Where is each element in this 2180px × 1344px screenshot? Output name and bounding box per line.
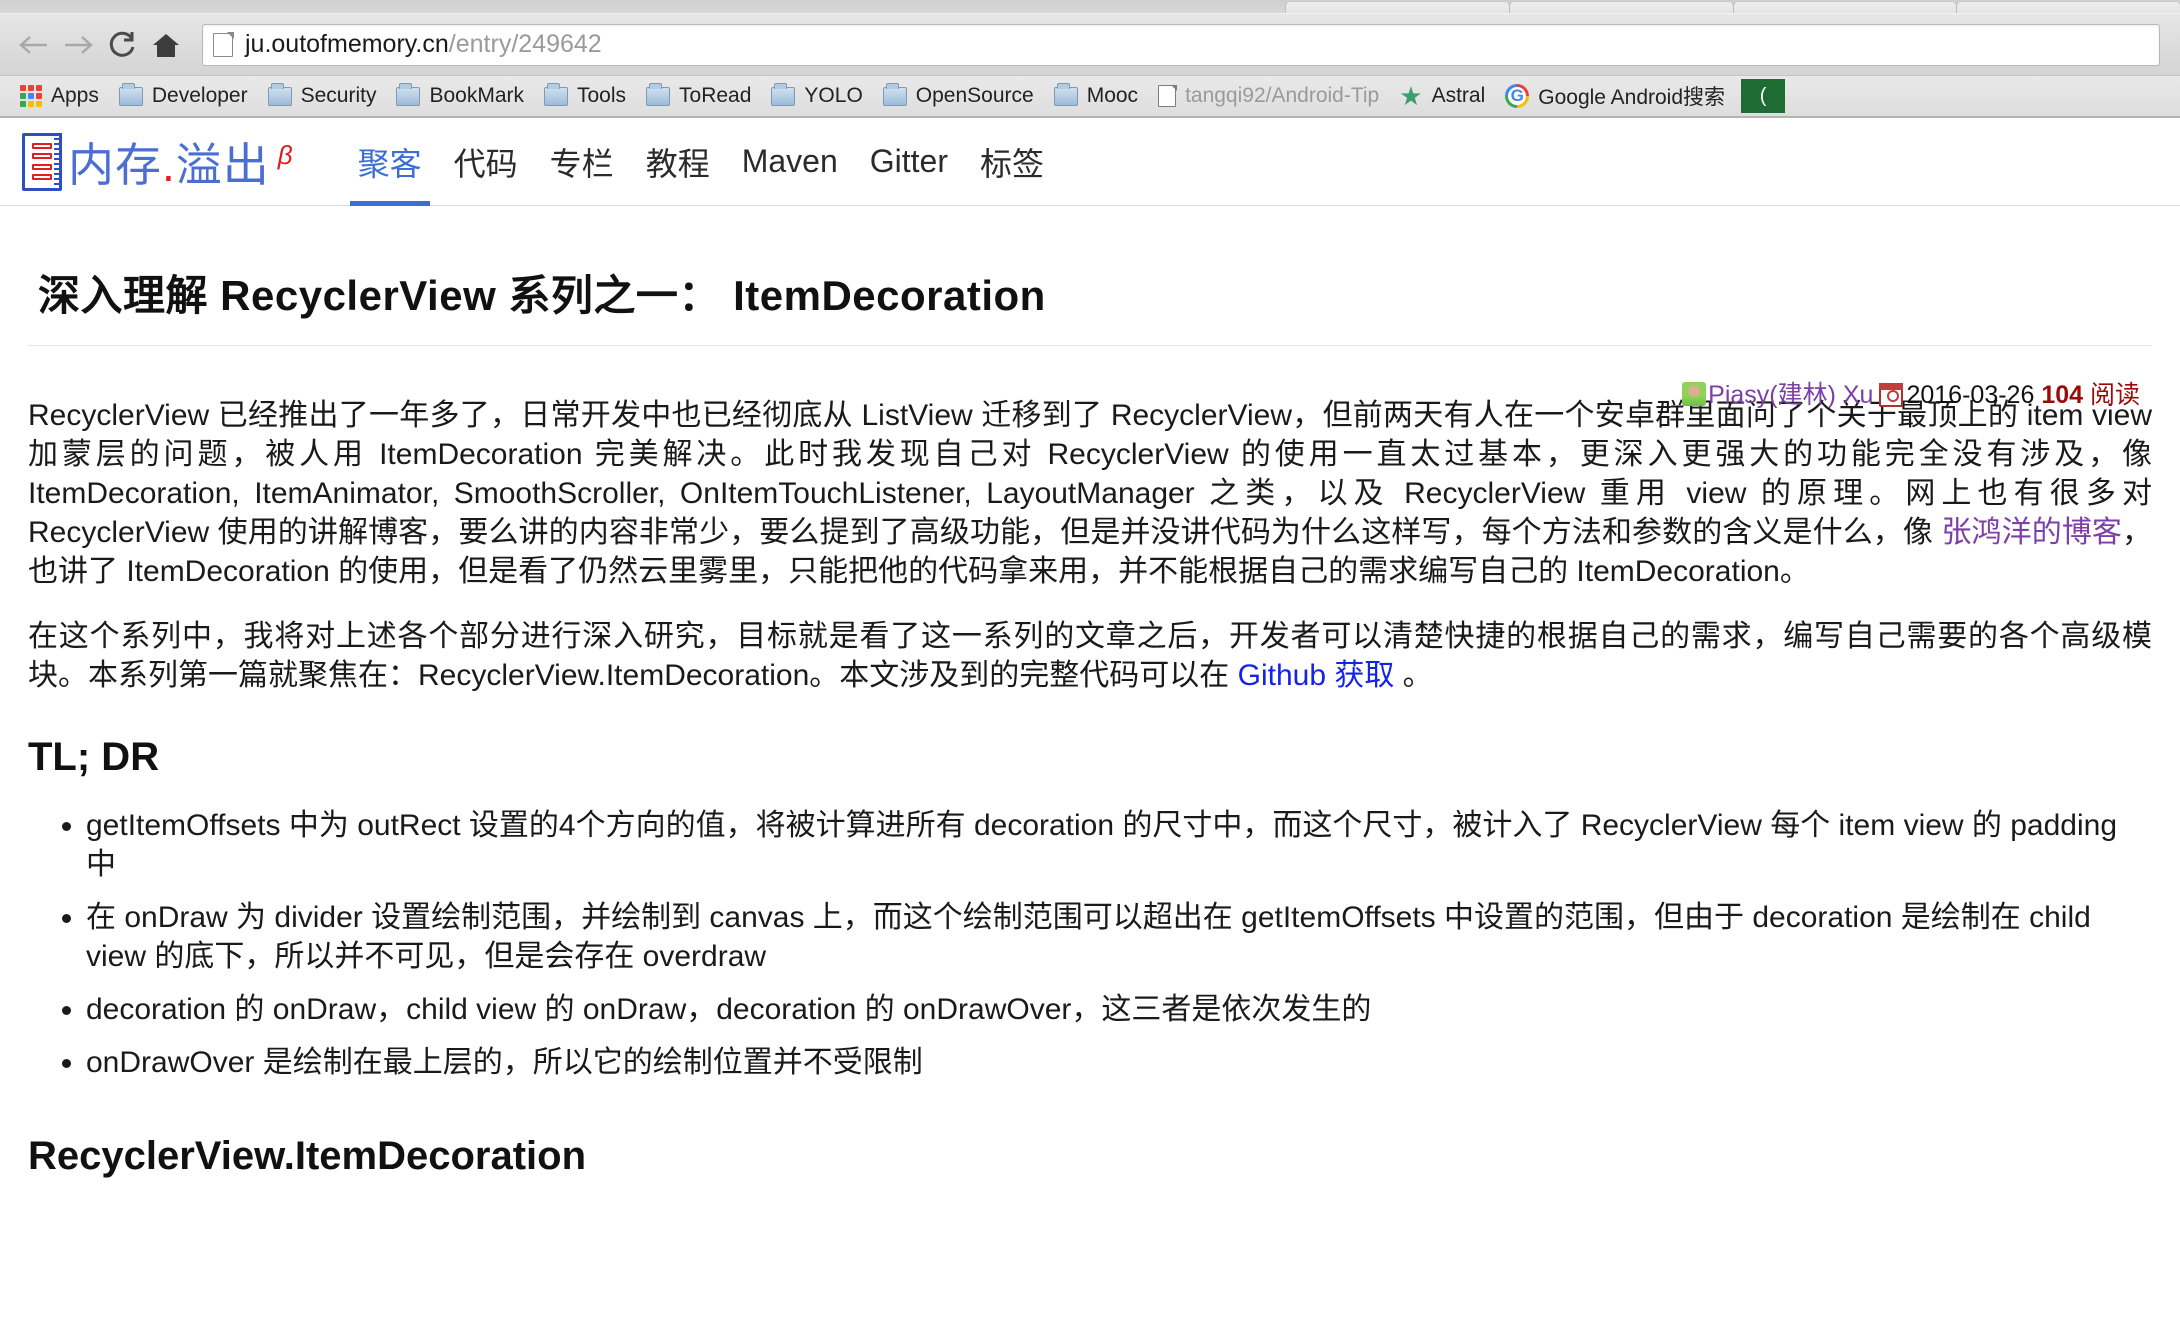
paragraph-2-text-a: 在这个系列中，我将对上述各个部分进行深入研究，目标就是看了这一系列的文章之后，开… [28, 620, 2152, 692]
list-item: 在 onDraw 为 divider 设置绘制范围，并绘制到 canvas 上，… [86, 898, 2152, 976]
bookmark-label: Apps [51, 84, 99, 108]
browser-tab[interactable] [1509, 1, 1734, 13]
reload-icon [106, 29, 138, 61]
home-icon [151, 30, 181, 60]
folder-icon [1054, 87, 1078, 106]
bookmark-label: Mooc [1087, 84, 1138, 108]
bookmark-astral[interactable]: ★ Astral [1389, 79, 1495, 113]
site-logo-text: 内存.溢出 β [68, 129, 294, 195]
url-host: ju.outofmemory.cn [245, 30, 449, 58]
bookmark-label: Security [301, 84, 377, 108]
memory-chip-icon [22, 133, 62, 191]
google-g-icon [1505, 84, 1529, 108]
bookmarks-bar: Apps Developer Security BookMark Tools T… [0, 75, 2180, 117]
url-path: /entry/249642 [449, 30, 602, 58]
browser-chrome: ju.outofmemory.cn/entry/249642 Apps Deve… [0, 0, 2180, 118]
bookmark-overflow-chip[interactable]: ( [1741, 79, 1785, 113]
heading-recyclerview-itemdecoration: RecyclerView.ItemDecoration [28, 1134, 2152, 1179]
folder-icon [544, 87, 568, 106]
bookmark-toread[interactable]: ToRead [636, 79, 761, 113]
address-bar[interactable]: ju.outofmemory.cn/entry/249642 [202, 24, 2160, 66]
paragraph-2-text-b: 。 [1394, 659, 1432, 692]
folder-icon [883, 87, 907, 106]
folder-icon [268, 87, 292, 106]
reload-button[interactable] [100, 23, 144, 67]
bookmark-yolo[interactable]: YOLO [761, 79, 872, 113]
folder-icon [771, 87, 795, 106]
home-button[interactable] [144, 23, 188, 67]
bookmark-tools[interactable]: Tools [534, 79, 636, 113]
list-item: getItemOffsets 中为 outRect 设置的4个方向的值，将被计算… [86, 806, 2152, 884]
article-author[interactable]: Piasy(建林) Xu [1708, 381, 1873, 409]
link-github[interactable]: Github 获取 [1238, 659, 1395, 692]
heading-tldr: TL; DR [28, 735, 2152, 780]
forward-button[interactable] [56, 23, 100, 67]
article-meta: Piasy(建林) Xu2016-03-26 104 阅读 [28, 372, 2152, 380]
browser-toolbar: ju.outofmemory.cn/entry/249642 [0, 13, 2180, 75]
back-button[interactable] [12, 23, 56, 67]
browser-tab[interactable] [1956, 1, 2180, 13]
nav-item-code[interactable]: 代码 [438, 118, 534, 205]
bookmark-label: OpenSource [916, 84, 1034, 108]
paragraph-1-text-a: RecyclerView 已经推出了一年多了，日常开发中也已经彻底从 ListV… [28, 399, 2152, 549]
bookmark-mooc[interactable]: Mooc [1044, 79, 1148, 113]
nav-item-tutorial[interactable]: 教程 [630, 118, 726, 205]
folder-icon [396, 87, 420, 106]
bookmark-label: Tools [577, 84, 626, 108]
article-date: 2016-03-26 [1906, 381, 2034, 409]
bookmark-label: BookMark [429, 84, 524, 108]
nav-item-column[interactable]: 专栏 [534, 118, 630, 205]
arrow-left-icon [17, 31, 51, 59]
arrow-right-icon [61, 31, 95, 59]
logo-dot: . [162, 139, 176, 191]
nav-item-gitter[interactable]: Gitter [854, 118, 964, 205]
nav-item-juke[interactable]: 聚客 [342, 118, 438, 205]
nav-item-maven[interactable]: Maven [726, 118, 854, 205]
site-header: 内存.溢出 β 聚客 代码 专栏 教程 Maven Gitter 标签 [0, 118, 2180, 206]
browser-tab[interactable] [1733, 1, 1958, 13]
bookmark-bookmark[interactable]: BookMark [386, 79, 534, 113]
bookmark-label: YOLO [804, 84, 862, 108]
bookmark-label: tangqi92/Android-Tip [1185, 84, 1379, 108]
logo-text-part1: 内存 [68, 139, 162, 191]
apps-grid-icon [20, 85, 42, 107]
site-logo[interactable]: 内存.溢出 β [22, 129, 294, 195]
page-title: 深入理解 RecyclerView 系列之一： ItemDecoration [28, 234, 2152, 346]
site-nav: 聚客 代码 专栏 教程 Maven Gitter 标签 [342, 118, 1060, 205]
folder-icon [646, 87, 670, 106]
article-paragraph-1: RecyclerView 已经推出了一年多了，日常开发中也已经彻底从 ListV… [28, 396, 2152, 591]
star-icon: ★ [1399, 83, 1422, 109]
avatar-icon [1682, 382, 1706, 406]
bookmark-security[interactable]: Security [258, 79, 387, 113]
bookmark-android-tip[interactable]: tangqi92/Android-Tip [1148, 79, 1389, 113]
bookmark-label: Developer [152, 84, 248, 108]
tab-strip[interactable] [0, 0, 2180, 13]
bookmark-opensource[interactable]: OpenSource [873, 79, 1044, 113]
folder-icon [119, 87, 143, 106]
logo-text-part2: 溢出 [176, 139, 270, 191]
bookmark-label: Google Android搜索 [1538, 81, 1725, 111]
view-count-label: 阅读 [2090, 381, 2140, 409]
list-item: decoration 的 onDraw，child view 的 onDraw，… [86, 990, 2152, 1029]
url-text: ju.outofmemory.cn/entry/249642 [245, 30, 602, 59]
article: 深入理解 RecyclerView 系列之一： ItemDecoration P… [0, 234, 2180, 1179]
bookmark-apps[interactable]: Apps [10, 79, 109, 113]
link-zhanghongyang-blog[interactable]: 张鸿洋的博客 [1941, 516, 2122, 549]
list-item: onDrawOver 是绘制在最上层的，所以它的绘制位置并不受限制 [86, 1043, 2152, 1082]
calendar-icon [1879, 383, 1903, 407]
tldr-list: getItemOffsets 中为 outRect 设置的4个方向的值，将被计算… [28, 806, 2152, 1082]
bookmark-developer[interactable]: Developer [109, 79, 258, 113]
bookmark-google-android-search[interactable]: Google Android搜索 [1495, 79, 1735, 113]
article-paragraph-2: 在这个系列中，我将对上述各个部分进行深入研究，目标就是看了这一系列的文章之后，开… [28, 617, 2152, 695]
view-count: 104 [2041, 381, 2083, 409]
nav-item-tags[interactable]: 标签 [964, 118, 1060, 205]
page-document-icon [1158, 85, 1176, 107]
bookmark-label: Astral [1432, 84, 1486, 108]
page-document-icon [213, 33, 233, 57]
beta-badge: β [278, 140, 294, 170]
browser-tab[interactable] [1285, 1, 1510, 13]
bookmark-label: ToRead [679, 84, 751, 108]
